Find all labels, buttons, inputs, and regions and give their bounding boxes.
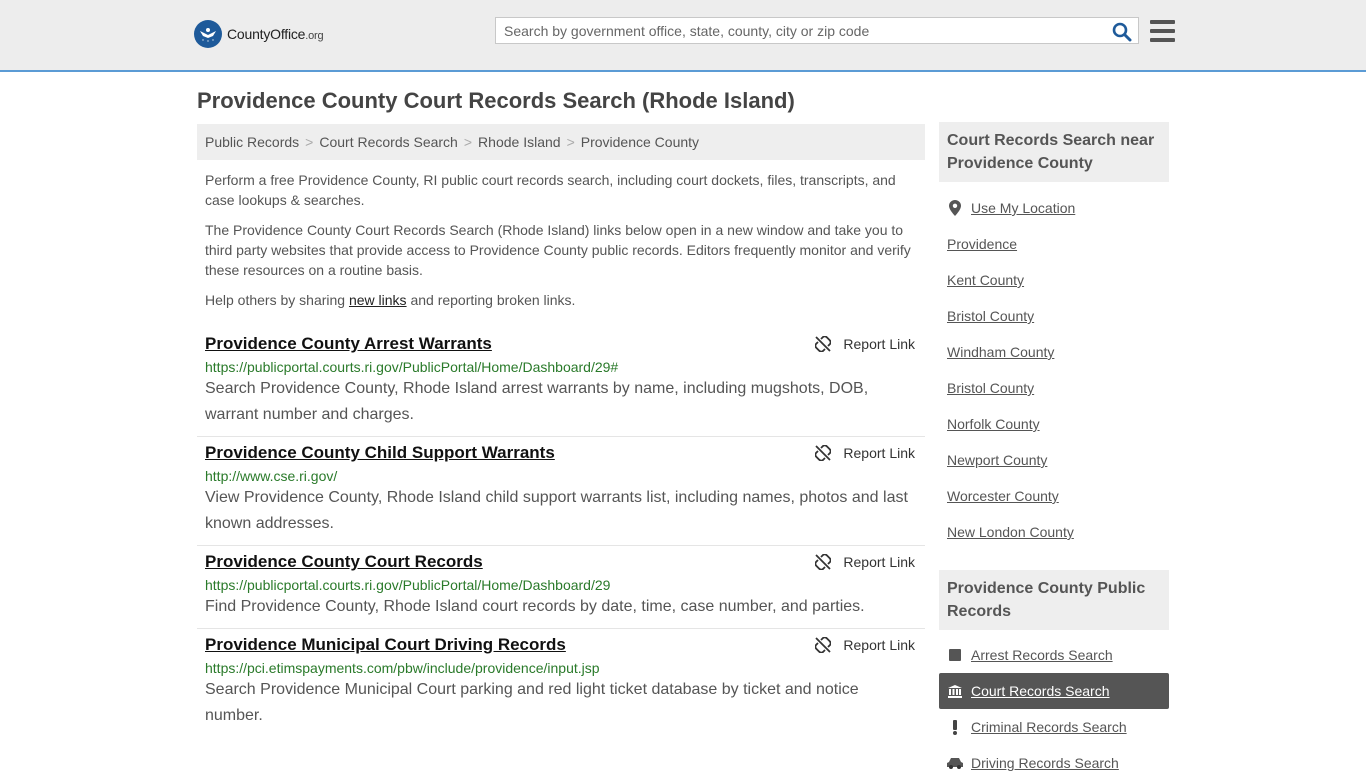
result-url: http://www.cse.ri.gov/	[205, 468, 338, 484]
sidebar-link[interactable]: Arrest Records Search	[971, 637, 1113, 673]
use-my-location-item[interactable]: Use My Location	[939, 190, 1169, 226]
search-icon[interactable]	[1112, 22, 1132, 42]
result-item: Providence County Child Support Warrants…	[197, 437, 925, 546]
nearby-link[interactable]: Bristol County	[947, 298, 1034, 334]
nearby-link[interactable]: New London County	[947, 514, 1074, 550]
search-bar	[495, 17, 1139, 44]
search-input[interactable]	[496, 18, 1112, 43]
nearby-item-bristol-county[interactable]: Bristol County	[939, 298, 1169, 334]
intro-paragraph-3: Help others by sharing new links and rep…	[205, 290, 917, 310]
sidebar-link[interactable]: Court Records Search	[971, 673, 1110, 709]
intro-text: Perform a free Providence County, RI pub…	[197, 170, 925, 310]
breadcrumb-separator: >	[305, 134, 314, 150]
use-my-location-link[interactable]: Use My Location	[971, 190, 1075, 226]
report-link-label: Report Link	[843, 637, 915, 653]
broken-link-icon	[815, 336, 832, 352]
nearby-item-worcester-county[interactable]: Worcester County	[939, 478, 1169, 514]
result-url: https://pci.etimspayments.com/pbw/includ…	[205, 660, 600, 676]
report-link-button[interactable]: Report Link	[815, 445, 915, 461]
public-records-heading: Providence County Public Records	[939, 570, 1169, 630]
result-url: https://publicportal.courts.ri.gov/Publi…	[205, 359, 619, 375]
nearby-list: Use My Location Providence Kent County B…	[939, 190, 1169, 550]
report-link-label: Report Link	[843, 445, 915, 461]
sidebar-item-driving-records[interactable]: Driving Records Search	[939, 745, 1169, 781]
result-item: Providence County Court Records Report L…	[197, 546, 925, 629]
nearby-link[interactable]: Windham County	[947, 334, 1054, 370]
report-link-button[interactable]: Report Link	[815, 554, 915, 570]
breadcrumb-separator: >	[566, 134, 575, 150]
sidebar-link[interactable]: Driving Records Search	[971, 745, 1119, 781]
nearby-link[interactable]: Worcester County	[947, 478, 1059, 514]
car-icon	[947, 757, 963, 769]
result-description: Search Providence County, Rhode Island a…	[205, 380, 869, 423]
sidebar-item-court-records[interactable]: Court Records Search	[939, 673, 1169, 709]
site-header: CountyOffice.org	[0, 0, 1366, 72]
nearby-link[interactable]: Newport County	[947, 442, 1047, 478]
result-title-link[interactable]: Providence Municipal Court Driving Recor…	[205, 635, 566, 655]
sidebar-item-criminal-records[interactable]: Criminal Records Search	[939, 709, 1169, 745]
logo-tld: .org	[305, 30, 324, 42]
intro-help-text-end: and reporting broken links.	[406, 292, 576, 308]
broken-link-icon	[815, 637, 832, 653]
nearby-item-bristol-county-2[interactable]: Bristol County	[939, 370, 1169, 406]
logo-name: CountyOffice	[227, 26, 306, 42]
nearby-item-newport-county[interactable]: Newport County	[939, 442, 1169, 478]
report-link-button[interactable]: Report Link	[815, 637, 915, 653]
result-title-link[interactable]: Providence County Child Support Warrants	[205, 443, 555, 463]
broken-link-icon	[815, 445, 832, 461]
map-pin-icon	[947, 200, 963, 216]
sidebar: Court Records Search near Providence Cou…	[939, 122, 1169, 781]
result-url: https://publicportal.courts.ri.gov/Publi…	[205, 577, 611, 593]
result-title-link[interactable]: Providence County Arrest Warrants	[205, 334, 492, 354]
result-item: Providence County Arrest Warrants Report…	[197, 328, 925, 437]
public-records-list: Arrest Records Search Court Records Sear…	[939, 637, 1169, 781]
report-link-label: Report Link	[843, 554, 915, 570]
nearby-link[interactable]: Providence	[947, 226, 1017, 262]
breadcrumb-court-records-search[interactable]: Court Records Search	[319, 134, 458, 150]
intro-help-text: Help others by sharing	[205, 292, 349, 308]
report-link-label: Report Link	[843, 336, 915, 352]
logo-text: CountyOffice.org	[227, 26, 324, 42]
exclamation-icon	[947, 719, 963, 735]
report-link-button[interactable]: Report Link	[815, 336, 915, 352]
nearby-item-kent-county[interactable]: Kent County	[939, 262, 1169, 298]
sidebar-link[interactable]: Criminal Records Search	[971, 709, 1127, 745]
broken-link-icon	[815, 554, 832, 570]
intro-paragraph-1: Perform a free Providence County, RI pub…	[205, 172, 896, 208]
nearby-item-providence[interactable]: Providence	[939, 226, 1169, 262]
courthouse-icon	[947, 684, 963, 698]
results-list: Providence County Arrest Warrants Report…	[197, 328, 925, 737]
breadcrumb-providence-county[interactable]: Providence County	[581, 134, 699, 150]
nearby-link[interactable]: Bristol County	[947, 370, 1034, 406]
breadcrumb: Public Records > Court Records Search > Rhod…	[197, 124, 925, 160]
intro-paragraph-2: The Providence County Court Records Sear…	[205, 222, 911, 278]
new-links-link[interactable]: new links	[349, 292, 407, 308]
result-description: Find Providence County, Rhode Island cou…	[205, 598, 865, 615]
nearby-heading: Court Records Search near Providence Cou…	[939, 122, 1169, 182]
breadcrumb-rhode-island[interactable]: Rhode Island	[478, 134, 561, 150]
site-logo[interactable]: CountyOffice.org	[194, 20, 324, 48]
logo-eagle-icon	[194, 20, 222, 48]
result-description: View Providence County, Rhode Island chi…	[205, 489, 908, 532]
nearby-link[interactable]: Norfolk County	[947, 406, 1040, 442]
nearby-link[interactable]: Kent County	[947, 262, 1024, 298]
sidebar-item-arrest-records[interactable]: Arrest Records Search	[939, 637, 1169, 673]
result-item: Providence Municipal Court Driving Recor…	[197, 629, 925, 737]
result-title-link[interactable]: Providence County Court Records	[205, 552, 483, 572]
nearby-item-windham-county[interactable]: Windham County	[939, 334, 1169, 370]
main-content: Public Records > Court Records Search > Rhod…	[197, 124, 925, 737]
square-icon	[947, 649, 963, 661]
result-description: Search Providence Municipal Court parkin…	[205, 681, 859, 724]
hamburger-menu-icon[interactable]	[1150, 20, 1175, 42]
breadcrumb-separator: >	[463, 134, 473, 150]
breadcrumb-public-records[interactable]: Public Records	[205, 134, 299, 150]
page-title: Providence County Court Records Search (…	[197, 88, 795, 113]
nearby-item-new-london-county[interactable]: New London County	[939, 514, 1169, 550]
nearby-item-norfolk-county[interactable]: Norfolk County	[939, 406, 1169, 442]
